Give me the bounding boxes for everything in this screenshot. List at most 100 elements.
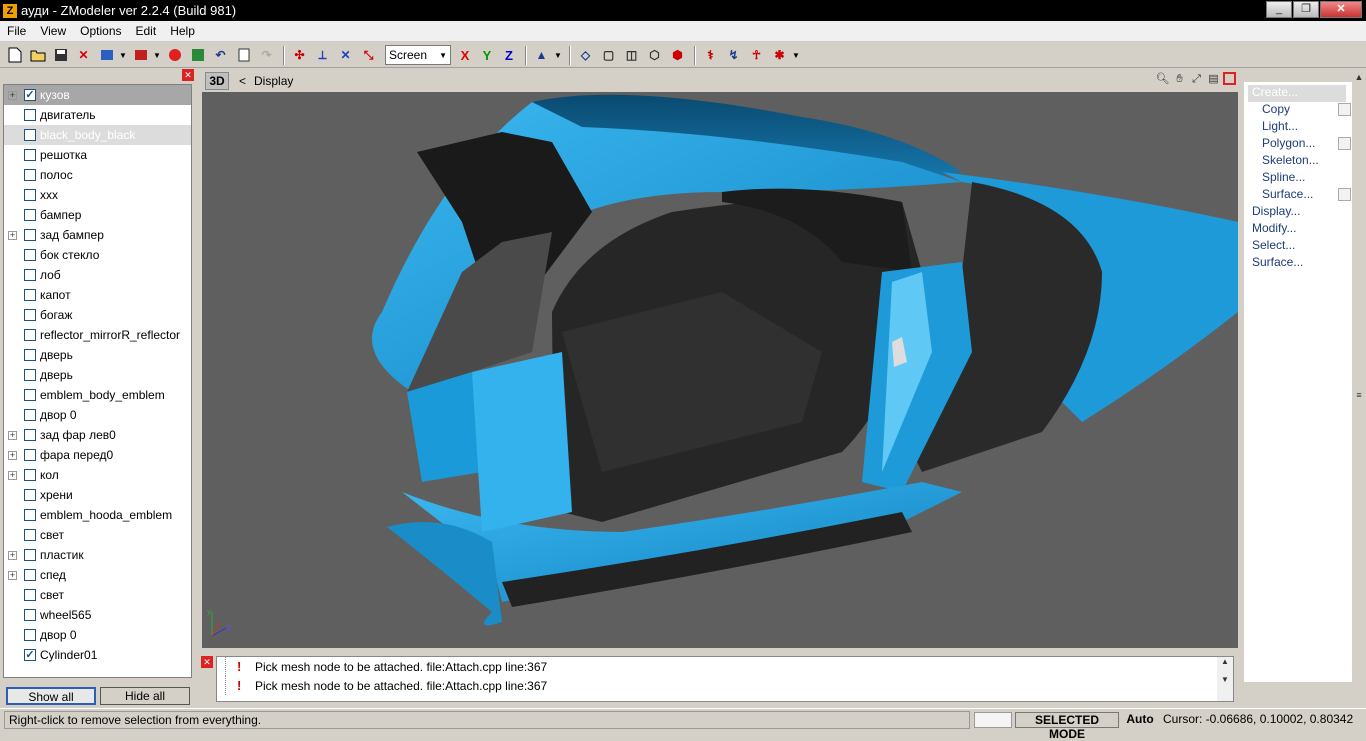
visibility-checkbox[interactable] <box>24 509 36 521</box>
tree-item[interactable]: свет <box>4 525 191 545</box>
object-mode-icon[interactable]: ⬡ <box>644 45 665 66</box>
tree-item[interactable]: капот <box>4 285 191 305</box>
visibility-checkbox[interactable] <box>24 289 36 301</box>
visibility-checkbox[interactable] <box>24 409 36 421</box>
tree-item[interactable]: + спед <box>4 565 191 585</box>
expand-icon[interactable]: + <box>8 470 17 480</box>
tree-item[interactable]: + ✓ кузов <box>4 85 191 105</box>
tree-item[interactable]: xxx <box>4 185 191 205</box>
axis-y-button[interactable]: Y <box>477 45 497 65</box>
command-item[interactable]: Display... <box>1252 204 1300 221</box>
tree-item[interactable]: emblem_hooda_emblem <box>4 505 191 525</box>
tree-item[interactable]: полос <box>4 165 191 185</box>
command-item[interactable]: Surface... <box>1262 187 1313 204</box>
menu-view[interactable]: View <box>33 24 73 38</box>
show-all-button[interactable]: Show all <box>6 687 96 705</box>
menu-options[interactable]: Options <box>73 24 128 38</box>
visibility-checkbox[interactable] <box>24 129 36 141</box>
log-scrollbar[interactable]: ▲ ▼ <box>1217 657 1233 701</box>
viewport-display-label[interactable]: Display <box>254 74 293 88</box>
tree-item[interactable]: дверь <box>4 365 191 385</box>
delete-icon[interactable]: ✕ <box>73 45 94 66</box>
split-view-icon[interactable]: ▤ <box>1206 72 1221 87</box>
visibility-checkbox[interactable] <box>24 329 36 341</box>
visibility-checkbox[interactable] <box>24 389 36 401</box>
selected-mode-indicator[interactable]: SELECTED MODE <box>1015 712 1119 741</box>
visibility-checkbox[interactable] <box>24 629 36 641</box>
command-item[interactable]: Skeleton... <box>1262 153 1319 170</box>
polygon-mode-icon[interactable]: ◇ <box>575 45 596 66</box>
pan-hand-icon[interactable]: ✋︎ <box>1172 72 1187 87</box>
visibility-checkbox[interactable]: ✓ <box>24 89 36 101</box>
tree-item[interactable]: wheel565 <box>4 605 191 625</box>
visibility-checkbox[interactable] <box>24 269 36 281</box>
vertex-mode-icon[interactable]: ▲ <box>531 45 552 66</box>
import-icon[interactable] <box>96 45 117 66</box>
tree-item[interactable]: + зад фар лев0 <box>4 425 191 445</box>
close-panel-icon[interactable]: ✕ <box>182 69 194 81</box>
box-mode-icon[interactable]: ◫ <box>621 45 642 66</box>
visibility-checkbox[interactable] <box>24 609 36 621</box>
export-icon[interactable] <box>130 45 151 66</box>
bone-tool-icon[interactable]: ⚕ <box>700 45 721 66</box>
minimize-button[interactable]: _ <box>1266 1 1292 18</box>
expand-icon[interactable]: + <box>8 430 17 440</box>
command-option-box[interactable] <box>1338 188 1351 201</box>
tree-item[interactable]: решотка <box>4 145 191 165</box>
visibility-checkbox[interactable] <box>24 469 36 481</box>
command-item[interactable]: Spline... <box>1262 170 1305 187</box>
notes-icon[interactable] <box>233 45 254 66</box>
command-option-box[interactable] <box>1338 137 1351 150</box>
material-icon[interactable] <box>187 45 208 66</box>
tree-item[interactable]: богаж <box>4 305 191 325</box>
tree-item[interactable]: хрени <box>4 485 191 505</box>
visibility-checkbox[interactable] <box>24 249 36 261</box>
viewport-chevron-icon[interactable]: < <box>239 74 246 88</box>
visibility-checkbox[interactable] <box>24 229 36 241</box>
maximize-viewport-icon[interactable] <box>1223 72 1236 85</box>
link-tool-icon[interactable]: ↯ <box>723 45 744 66</box>
open-folder-icon[interactable] <box>27 45 48 66</box>
visibility-checkbox[interactable] <box>24 369 36 381</box>
redo-icon[interactable]: ↷ <box>256 45 277 66</box>
visibility-checkbox[interactable] <box>24 549 36 561</box>
new-file-icon[interactable] <box>4 45 25 66</box>
visibility-checkbox[interactable] <box>24 169 36 181</box>
visibility-checkbox[interactable] <box>24 209 36 221</box>
visibility-checkbox[interactable] <box>24 429 36 441</box>
command-item[interactable]: Surface... <box>1252 255 1303 272</box>
tree-item[interactable]: + фара перед0 <box>4 445 191 465</box>
close-log-icon[interactable]: ✕ <box>201 656 213 668</box>
zoom-icon[interactable]: 🔍︎ <box>1155 72 1170 87</box>
auto-indicator[interactable]: Auto <box>1122 712 1158 728</box>
visibility-checkbox[interactable] <box>24 589 36 601</box>
axes-tool-icon[interactable]: ⟂ <box>312 45 333 66</box>
select-tool-icon[interactable]: ✣ <box>289 45 310 66</box>
expand-icon[interactable]: + <box>8 90 17 100</box>
tree-item[interactable]: двор 0 <box>4 405 191 425</box>
tree-item[interactable]: двигатель <box>4 105 191 125</box>
figure-tool-icon[interactable]: ☥ <box>746 45 767 66</box>
expand-icon[interactable]: + <box>8 230 17 240</box>
zoom-extents-icon[interactable]: ⤢ <box>1189 72 1204 87</box>
command-scrollbar[interactable]: ▲ ≡ <box>1352 68 1366 708</box>
tree-item[interactable]: дверь <box>4 345 191 365</box>
viewport-mode-button[interactable]: 3D <box>205 72 229 90</box>
cross-tool-icon[interactable]: ✕ <box>335 45 356 66</box>
mesh-mode-icon[interactable]: ⬢ <box>667 45 688 66</box>
record-icon[interactable] <box>164 45 185 66</box>
tree-item[interactable]: black_body_black <box>4 125 191 145</box>
command-item[interactable]: Polygon... <box>1262 136 1315 153</box>
expand-icon[interactable]: + <box>8 550 17 560</box>
cube-mode-icon[interactable]: ▢ <box>598 45 619 66</box>
expand-icon[interactable]: + <box>8 450 17 460</box>
command-item[interactable]: Create... <box>1248 85 1346 102</box>
command-item[interactable]: Select... <box>1252 238 1295 255</box>
visibility-checkbox[interactable] <box>24 449 36 461</box>
visibility-checkbox[interactable] <box>24 109 36 121</box>
tree-item[interactable]: бок стекло <box>4 245 191 265</box>
visibility-checkbox[interactable] <box>24 489 36 501</box>
tree-item[interactable]: emblem_body_emblem <box>4 385 191 405</box>
save-icon[interactable] <box>50 45 71 66</box>
tree-item[interactable]: двор 0 <box>4 625 191 645</box>
